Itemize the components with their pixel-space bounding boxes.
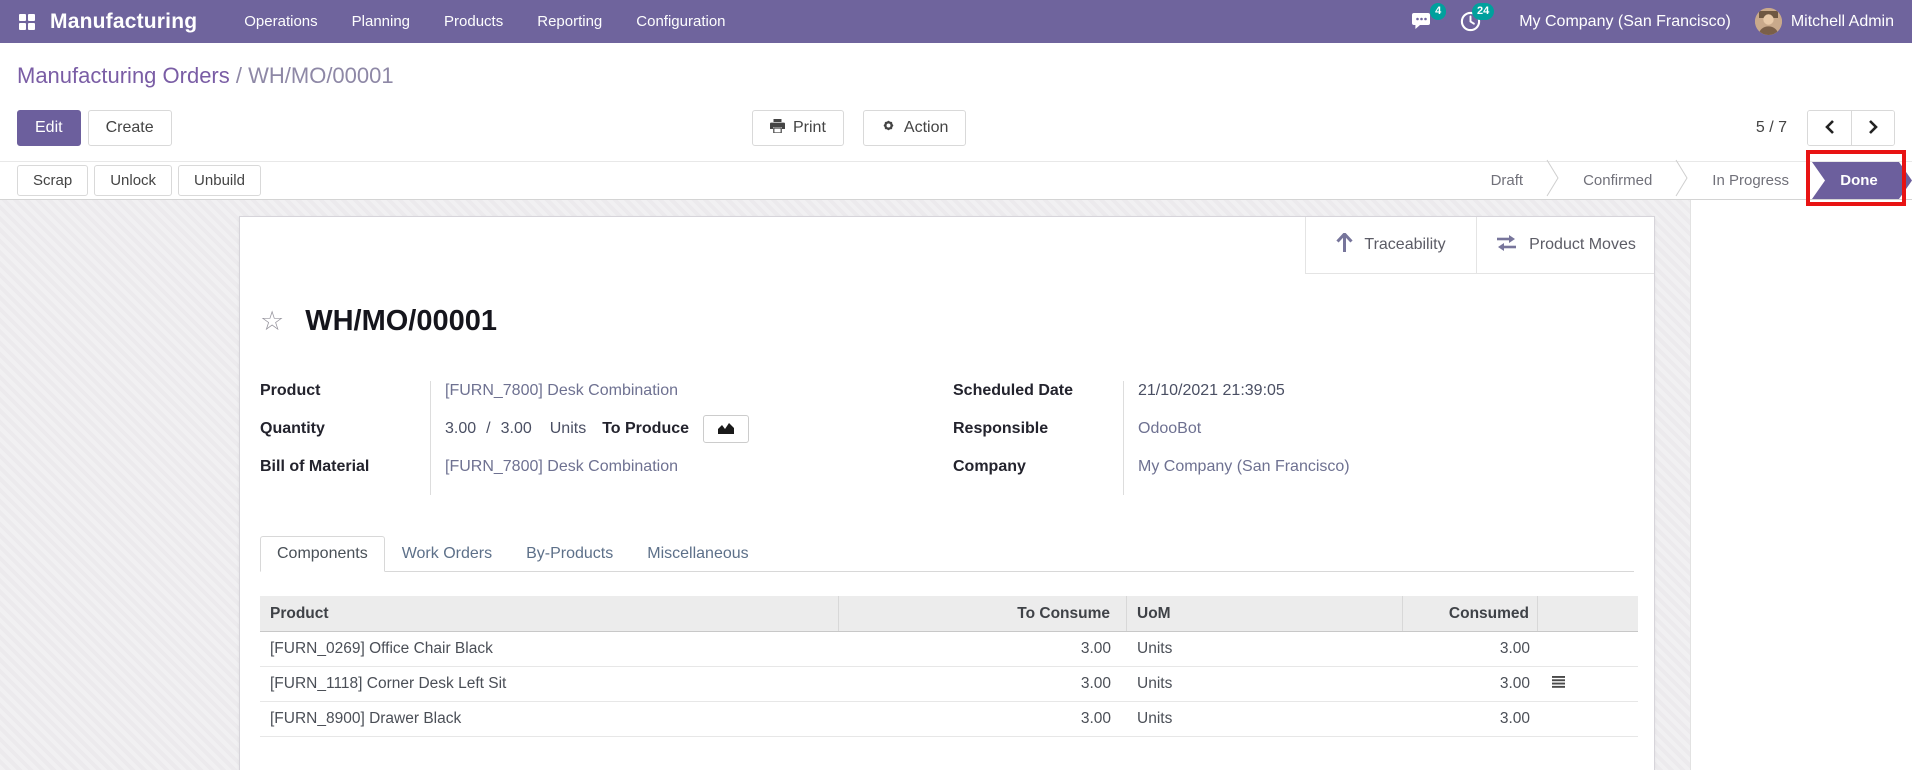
field-bill-of-material: Bill of Material [FURN_7800] Desk Combin… bbox=[260, 457, 941, 495]
quantity-produced: 3.00 bbox=[445, 420, 476, 438]
menu-configuration[interactable]: Configuration bbox=[619, 0, 742, 43]
status-step-separator bbox=[1546, 159, 1560, 202]
top-navbar: Manufacturing Operations Planning Produc… bbox=[0, 0, 1912, 43]
activities-badge: 24 bbox=[1472, 3, 1494, 20]
messages-badge: 4 bbox=[1430, 3, 1446, 20]
main-menu: Operations Planning Products Reporting C… bbox=[227, 0, 742, 43]
to-produce-label: To Produce bbox=[602, 420, 689, 438]
scrap-button[interactable]: Scrap bbox=[17, 165, 88, 196]
quantity-uom: Units bbox=[550, 420, 586, 438]
field-company: Company My Company (San Francisco) bbox=[953, 457, 1634, 495]
breadcrumb-parent-link[interactable]: Manufacturing Orders bbox=[17, 63, 230, 88]
status-step-draft[interactable]: Draft bbox=[1468, 162, 1547, 199]
apps-grid-icon[interactable] bbox=[18, 13, 36, 31]
scheduled-date-value: 21/10/2021 21:39:05 bbox=[1138, 382, 1285, 399]
pager-counter: 5 / 7 bbox=[1756, 119, 1787, 137]
unlock-button[interactable]: Unlock bbox=[94, 165, 172, 196]
notebook: Components Work Orders By-Products Misce… bbox=[260, 535, 1634, 737]
app-name[interactable]: Manufacturing bbox=[50, 10, 197, 34]
company-switcher[interactable]: My Company (San Francisco) bbox=[1505, 13, 1745, 31]
navbar-right: 4 24 My Company (San Francisco) Mitchell… bbox=[1409, 8, 1894, 35]
field-group: Product [FURN_7800] Desk Combination Qua… bbox=[260, 381, 1634, 495]
arrow-up-icon bbox=[1336, 233, 1353, 258]
printer-icon bbox=[770, 119, 785, 138]
column-uom[interactable]: UoM bbox=[1127, 596, 1403, 631]
menu-operations[interactable]: Operations bbox=[227, 0, 334, 43]
chatter-panel bbox=[1690, 200, 1912, 770]
tab-work-orders[interactable]: Work Orders bbox=[385, 536, 509, 572]
tab-by-products[interactable]: By-Products bbox=[509, 536, 630, 572]
column-actions bbox=[1538, 596, 1638, 631]
column-consumed[interactable]: Consumed bbox=[1403, 596, 1538, 631]
bom-link[interactable]: [FURN_7800] Desk Combination bbox=[445, 458, 678, 475]
chevron-right-icon bbox=[1868, 119, 1879, 138]
table-row[interactable]: [FURN_1118] Corner Desk Left Sit 3.00 Un… bbox=[260, 667, 1638, 702]
field-product: Product [FURN_7800] Desk Combination bbox=[260, 381, 941, 419]
form-sheet: Traceability Product Moves ☆ WH/MO/00001… bbox=[239, 216, 1655, 770]
field-quantity: Quantity 3.00 / 3.00 Units To Produce bbox=[260, 419, 941, 457]
company-link[interactable]: My Company (San Francisco) bbox=[1138, 458, 1350, 475]
favorite-star-icon[interactable]: ☆ bbox=[260, 308, 284, 335]
status-step-in-progress[interactable]: In Progress bbox=[1689, 162, 1812, 199]
status-steps: Draft Confirmed In Progress Done bbox=[1468, 162, 1912, 199]
sheet-background: Traceability Product Moves ☆ WH/MO/00001… bbox=[0, 200, 1690, 770]
user-menu[interactable]: Mitchell Admin bbox=[1755, 8, 1894, 35]
tab-miscellaneous[interactable]: Miscellaneous bbox=[630, 536, 765, 572]
product-link[interactable]: [FURN_7800] Desk Combination bbox=[445, 382, 678, 399]
exchange-icon bbox=[1495, 234, 1518, 257]
lot-details-icon[interactable] bbox=[1552, 675, 1565, 693]
status-step-separator bbox=[1675, 159, 1689, 202]
pager-next-button[interactable] bbox=[1851, 111, 1894, 145]
breadcrumb-current: WH/MO/00001 bbox=[248, 63, 394, 88]
user-name: Mitchell Admin bbox=[1791, 13, 1894, 31]
smart-button-box: Traceability Product Moves bbox=[1305, 217, 1654, 274]
forecast-chart-button[interactable] bbox=[703, 415, 749, 443]
table-row[interactable]: [FURN_8900] Drawer Black 3.00 Units 3.00 bbox=[260, 702, 1638, 737]
pager-previous-button[interactable] bbox=[1808, 111, 1851, 145]
traceability-button[interactable]: Traceability bbox=[1305, 217, 1476, 274]
form-content: Traceability Product Moves ☆ WH/MO/00001… bbox=[0, 200, 1912, 770]
quantity-planned: 3.00 bbox=[501, 420, 532, 438]
action-button[interactable]: Action bbox=[863, 110, 966, 146]
menu-products[interactable]: Products bbox=[427, 0, 520, 43]
gear-icon bbox=[881, 118, 896, 138]
field-scheduled-date: Scheduled Date 21/10/2021 21:39:05 bbox=[953, 381, 1634, 419]
edit-button[interactable]: Edit bbox=[17, 110, 81, 146]
user-avatar bbox=[1755, 8, 1782, 35]
messages-icon[interactable]: 4 bbox=[1409, 9, 1435, 35]
odoo-app-window: Manufacturing Operations Planning Produc… bbox=[0, 0, 1912, 770]
table-row[interactable]: [FURN_0269] Office Chair Black 3.00 Unit… bbox=[260, 632, 1638, 667]
print-button[interactable]: Print bbox=[752, 110, 844, 146]
activities-clock-icon[interactable]: 24 bbox=[1457, 9, 1483, 35]
menu-reporting[interactable]: Reporting bbox=[520, 0, 619, 43]
menu-planning[interactable]: Planning bbox=[335, 0, 427, 43]
field-responsible: Responsible OdooBot bbox=[953, 419, 1634, 457]
column-product[interactable]: Product bbox=[260, 596, 839, 631]
form-statusbar: Scrap Unlock Unbuild Draft Confirmed In … bbox=[0, 161, 1912, 200]
breadcrumb: Manufacturing Orders / WH/MO/00001 bbox=[17, 63, 1895, 89]
responsible-link[interactable]: OdooBot bbox=[1138, 420, 1201, 437]
table-header: Product To Consume UoM Consumed bbox=[260, 596, 1638, 632]
product-moves-button[interactable]: Product Moves bbox=[1476, 217, 1654, 274]
area-chart-icon bbox=[718, 422, 734, 437]
status-step-confirmed[interactable]: Confirmed bbox=[1560, 162, 1675, 199]
tab-components[interactable]: Components bbox=[260, 536, 385, 572]
status-step-done-active[interactable]: Done bbox=[1812, 162, 1912, 199]
unbuild-button[interactable]: Unbuild bbox=[178, 165, 261, 196]
chevron-left-icon bbox=[1824, 119, 1835, 138]
pager: 5 / 7 bbox=[1756, 110, 1895, 146]
components-table: Product To Consume UoM Consumed [FURN_02… bbox=[260, 596, 1638, 737]
breadcrumb-separator: / bbox=[230, 63, 248, 88]
column-to-consume[interactable]: To Consume bbox=[839, 596, 1127, 631]
create-button[interactable]: Create bbox=[88, 110, 172, 146]
record-title: WH/MO/00001 bbox=[305, 305, 497, 338]
control-panel: Manufacturing Orders / WH/MO/00001 Edit … bbox=[0, 43, 1912, 161]
